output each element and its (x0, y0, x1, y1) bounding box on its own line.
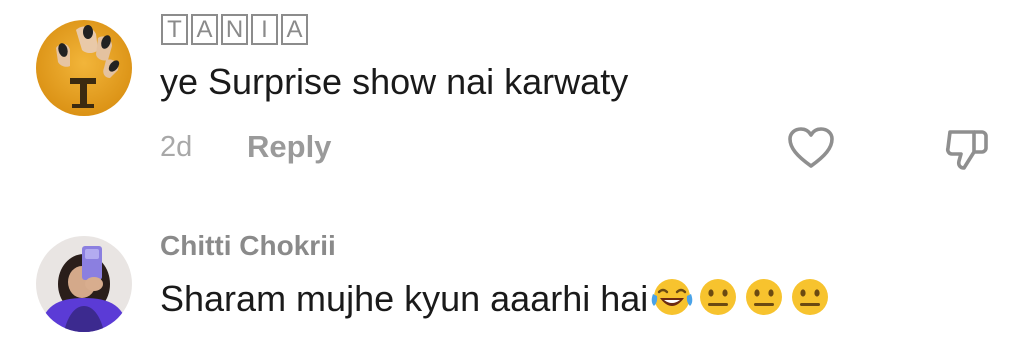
neutral-face-emoji (788, 276, 832, 327)
username-letter: I (251, 14, 278, 45)
avatar[interactable] (36, 236, 132, 332)
comment-text-body: Sharam mujhe kyun aaarhi hai (160, 278, 649, 320)
comment-item: Chitti Chokrii Sharam mujhe kyun aaarhi … (0, 200, 1024, 339)
neutral-face-emoji (742, 276, 786, 327)
heart-icon[interactable] (787, 126, 835, 175)
username-letter: T (161, 14, 188, 45)
reply-button[interactable]: Reply (247, 129, 331, 165)
username-letter: N (221, 14, 248, 45)
username[interactable]: Chitti Chokrii (160, 230, 336, 262)
comment-item: T A N I A ye Surprise show nai karwaty 2… (0, 0, 1024, 200)
comment-text: Sharam mujhe kyun aaarhi hai (160, 276, 832, 327)
comment-timestamp: 2d (160, 131, 193, 163)
comment-text: ye Surprise show nai karwaty (160, 61, 629, 102)
username-letter: A (281, 14, 308, 45)
thumbs-down-icon[interactable] (944, 126, 990, 177)
username[interactable]: T A N I A (161, 14, 308, 45)
face-with-tears-of-joy-emoji (650, 276, 694, 327)
username-letter: A (191, 14, 218, 45)
comments-panel: T A N I A ye Surprise show nai karwaty 2… (0, 0, 1024, 339)
neutral-face-emoji (696, 276, 740, 327)
avatar[interactable] (36, 20, 132, 116)
